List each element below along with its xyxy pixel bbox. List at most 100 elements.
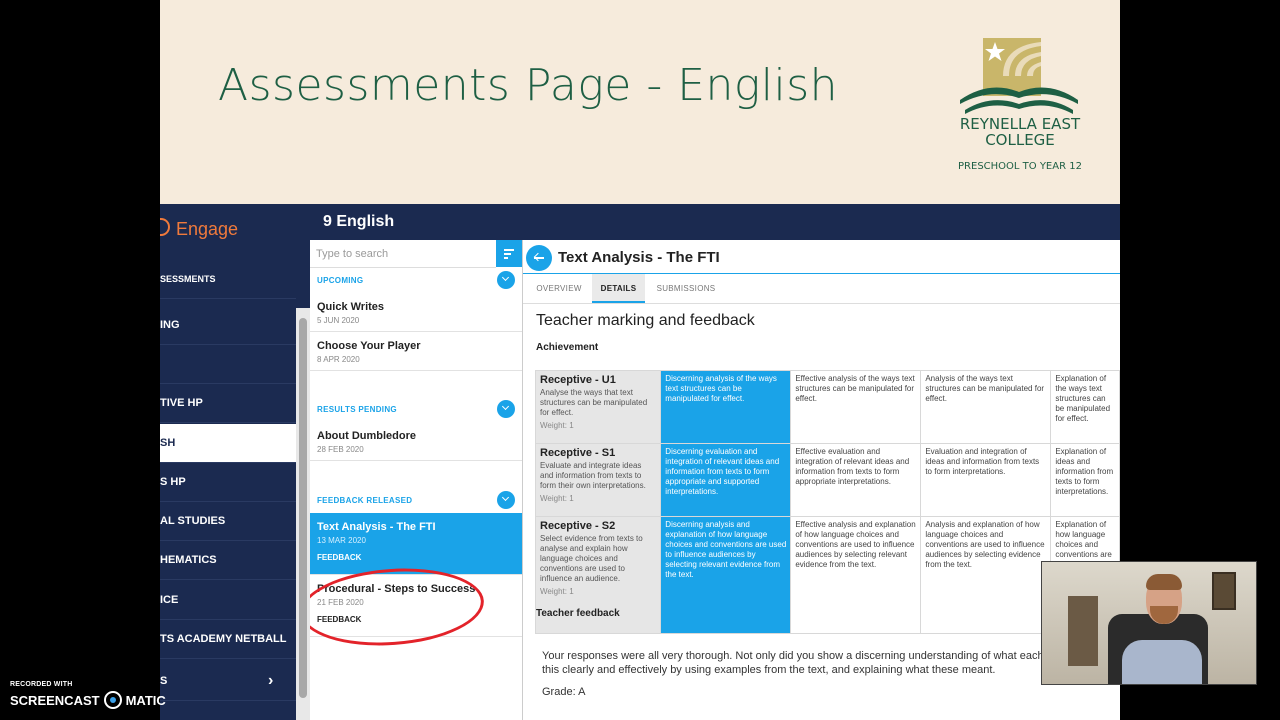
- rubric-cell[interactable]: Analysis of the ways text structures can…: [920, 370, 1052, 444]
- section-label: FEEDBACK RELEASED: [317, 496, 413, 505]
- search-input[interactable]: Type to search: [310, 240, 496, 268]
- sidebar-scrollbar[interactable]: [296, 308, 310, 720]
- section-heading: Teacher marking and feedback: [536, 312, 755, 329]
- rubric-row: Receptive - S2 Select evidence from texts…: [534, 516, 1120, 634]
- criterion-weight: Weight: 1: [540, 421, 574, 430]
- sidebar-item-tive-hp[interactable]: TIVE HP: [160, 384, 296, 423]
- assessment-detail: Text Analysis - The FTI OVERVIEW DETAILS…: [523, 240, 1120, 720]
- course-header: 9 English: [310, 204, 1120, 240]
- sidebar-item-label: S HP: [160, 476, 186, 488]
- sidebar-item-assessments[interactable]: SESSMENTS: [160, 260, 296, 299]
- section-results-pending[interactable]: RESULTS PENDING: [310, 397, 522, 421]
- watermark-right: MATIC: [125, 693, 166, 708]
- item-date: 13 MAR 2020: [317, 536, 366, 545]
- rubric-cell[interactable]: Effective analysis of the ways text stru…: [790, 370, 922, 444]
- sidebar-item-label: AL STUDIES: [160, 515, 226, 527]
- list-item[interactable]: Choose Your Player 8 APR 2020: [310, 332, 522, 371]
- rubric-row: Receptive - U1 Analyse the ways that text…: [534, 370, 1120, 444]
- list-item[interactable]: Quick Writes 5 JUN 2020: [310, 293, 522, 332]
- rubric-criterion: Receptive - S1 Evaluate and integrate ide…: [534, 443, 662, 517]
- college-logo: REYNELLA EAST COLLEGE PRESCHOOL TO YEAR …: [955, 36, 1085, 172]
- section-upcoming[interactable]: UPCOMING: [310, 268, 522, 292]
- rubric-cell-selected[interactable]: Discerning evaluation and integration of…: [660, 443, 792, 517]
- presenter-body: [1122, 640, 1202, 684]
- criterion-description: Select evidence from texts to analyse an…: [540, 534, 643, 583]
- criterion-weight: Weight: 1: [540, 494, 574, 503]
- assessment-list: Type to search UPCOMING Quick Writes 5 JU…: [310, 240, 523, 720]
- feedback-text-line: this clearly and effectively by using ex…: [542, 664, 996, 676]
- section-feedback-released[interactable]: FEEDBACK RELEASED: [310, 488, 522, 512]
- rubric-cell[interactable]: Analysis and explanation of how language…: [920, 516, 1052, 634]
- sidebar-item-social-studies[interactable]: AL STUDIES: [160, 502, 296, 541]
- sidebar-nav: Engage SESSMENTS ING TIVE HP SH S HP AL …: [160, 204, 310, 720]
- teacher-feedback-label: Teacher feedback: [536, 608, 620, 619]
- section-label: UPCOMING: [317, 276, 364, 285]
- sidebar-item-label: SESSMENTS: [160, 274, 216, 284]
- webcam-overlay: [1041, 561, 1257, 685]
- college-tagline: PRESCHOOL TO YEAR 12: [958, 161, 1082, 172]
- rubric-cell[interactable]: Evaluation and integration of ideas and …: [920, 443, 1052, 517]
- status-badge: FEEDBACK: [317, 553, 362, 562]
- criterion-description: Analyse the ways that text structures ca…: [540, 388, 648, 417]
- list-item-selected[interactable]: Text Analysis - The FTI 13 MAR 2020 FEEDBA…: [310, 513, 522, 575]
- sidebar-item-s-hp[interactable]: S HP: [160, 463, 296, 502]
- criterion-weight: Weight: 1: [540, 587, 574, 596]
- rubric-cell-selected[interactable]: Discerning analysis and explanation of h…: [660, 516, 792, 634]
- assessment-title: Text Analysis - The FTI: [558, 249, 720, 266]
- rubric-cell[interactable]: Explanation of the ways text structures …: [1050, 370, 1120, 444]
- college-crest-icon: [960, 38, 1078, 114]
- college-name: REYNELLA EAST COLLEGE: [959, 115, 1081, 149]
- sidebar-item-more[interactable]: S ›: [160, 662, 296, 701]
- achievement-label: Achievement: [536, 342, 599, 353]
- item-date: 28 FEB 2020: [317, 445, 364, 454]
- tab-submissions[interactable]: SUBMISSIONS: [651, 274, 721, 303]
- criterion-name: Receptive - S2: [540, 520, 616, 532]
- grade-text: Grade: A: [542, 686, 586, 698]
- chevron-down-icon[interactable]: [497, 491, 515, 509]
- rubric-table: Receptive - U1 Analyse the ways that text…: [534, 370, 1120, 634]
- record-icon: [103, 691, 122, 709]
- sidebar-item-blank[interactable]: [160, 345, 296, 384]
- back-button[interactable]: [526, 245, 552, 271]
- slide-title: Assessments Page - English: [218, 60, 839, 111]
- sidebar-item-netball[interactable]: TS ACADEMY NETBALL: [160, 620, 296, 659]
- rubric-cell[interactable]: Explanation of ideas and information fro…: [1050, 443, 1120, 517]
- tab-bar: OVERVIEW DETAILS SUBMISSIONS: [523, 274, 1120, 304]
- list-item[interactable]: About Dumbledore 28 FEB 2020: [310, 422, 522, 461]
- filter-button[interactable]: [496, 240, 522, 267]
- sidebar-item-label: HEMATICS: [160, 554, 217, 566]
- tab-overview[interactable]: OVERVIEW: [531, 274, 587, 303]
- scrollbar-thumb[interactable]: [299, 318, 307, 698]
- item-date: 5 JUN 2020: [317, 316, 360, 325]
- chevron-down-icon[interactable]: [497, 400, 515, 418]
- rubric-cell[interactable]: Effective evaluation and integration of …: [790, 443, 922, 517]
- chevron-down-icon[interactable]: [497, 271, 515, 289]
- sidebar-item-label: TS ACADEMY NETBALL: [160, 633, 287, 645]
- section-label: RESULTS PENDING: [317, 405, 397, 414]
- chevron-right-icon: ›: [268, 672, 274, 689]
- sidebar-item-science[interactable]: ICE: [160, 581, 296, 620]
- brand-label: Engage: [176, 219, 239, 239]
- slide-header: Assessments Page - English REYNELLA EAST…: [160, 0, 1120, 204]
- rubric-cell[interactable]: Effective analysis and explanation of ho…: [790, 516, 922, 634]
- brand[interactable]: Engage: [160, 218, 238, 240]
- course-title: 9 English: [323, 213, 395, 230]
- engage-logo-icon: [160, 218, 170, 236]
- item-title: Quick Writes: [317, 301, 385, 313]
- rubric-criterion: Receptive - U1 Analyse the ways that text…: [534, 370, 662, 444]
- rubric-cell-selected[interactable]: Discerning analysis of the ways text str…: [660, 370, 792, 444]
- search-placeholder: Type to search: [316, 248, 389, 260]
- item-date: 8 APR 2020: [317, 355, 360, 364]
- rubric-row: Receptive - S1 Evaluate and integrate ide…: [534, 443, 1120, 517]
- tab-details[interactable]: DETAILS: [592, 274, 645, 303]
- sidebar-item-mathematics[interactable]: HEMATICS: [160, 541, 296, 580]
- feedback-text-line: Your responses were all very thorough. N…: [542, 650, 1059, 662]
- watermark-left: SCREENCAST: [10, 693, 100, 708]
- sidebar-item-ing[interactable]: ING: [160, 306, 296, 345]
- watermark-small-text: RECORDED WITH: [10, 681, 73, 688]
- bookshelf: [1068, 596, 1098, 666]
- sidebar-item-label: ICE: [160, 594, 179, 606]
- sidebar-item-english[interactable]: SH: [160, 424, 296, 463]
- item-title: About Dumbledore: [317, 430, 416, 442]
- item-title: Text Analysis - The FTI: [317, 521, 436, 533]
